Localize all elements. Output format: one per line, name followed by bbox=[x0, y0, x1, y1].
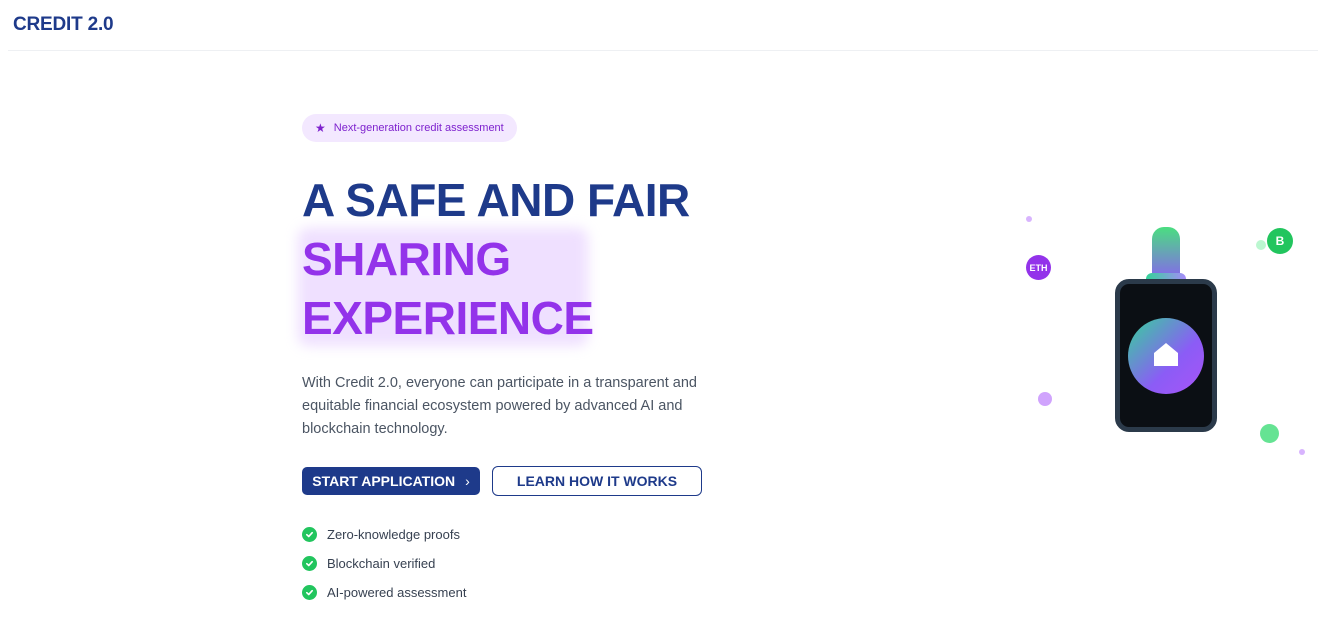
check-circle-icon bbox=[302, 585, 317, 600]
chevron-right-icon: › bbox=[465, 473, 470, 489]
feature-item: Blockchain verified bbox=[302, 549, 466, 578]
device-body bbox=[1115, 279, 1217, 432]
decor-dot bbox=[1299, 449, 1305, 455]
eth-coin-label: ETH bbox=[1029, 262, 1048, 273]
bitcoin-coin: B bbox=[1267, 228, 1293, 254]
eth-coin: ETH bbox=[1026, 255, 1051, 280]
hero-illustration: ETH B bbox=[1010, 205, 1310, 465]
home-icon bbox=[1152, 340, 1180, 373]
star-icon: ★ bbox=[315, 121, 326, 135]
headline-line-3: EXPERIENCE bbox=[302, 292, 594, 344]
learn-how-it-works-button[interactable]: LEARN HOW IT WORKS bbox=[492, 466, 702, 496]
feature-list: Zero-knowledge proofs Blockchain verifie… bbox=[302, 520, 466, 607]
headline-line-2: SHARING bbox=[302, 233, 511, 285]
check-circle-icon bbox=[302, 556, 317, 571]
feature-label: Zero-knowledge proofs bbox=[327, 527, 460, 542]
hero-badge: ★ Next-generation credit assessment bbox=[302, 114, 517, 142]
feature-item: Zero-knowledge proofs bbox=[302, 520, 466, 549]
bitcoin-coin-label: B bbox=[1275, 234, 1285, 248]
decor-dot bbox=[1256, 240, 1266, 250]
device-screen bbox=[1128, 318, 1204, 394]
start-application-button[interactable]: START APPLICATION › bbox=[302, 467, 480, 495]
badge-label: Next-generation credit assessment bbox=[333, 122, 504, 134]
feature-label: Blockchain verified bbox=[327, 556, 436, 571]
header-divider bbox=[8, 50, 1318, 51]
decor-dot bbox=[1038, 392, 1052, 406]
learn-how-label: LEARN HOW IT WORKS bbox=[516, 473, 678, 489]
check-circle-icon bbox=[302, 527, 317, 542]
start-application-label: START APPLICATION bbox=[312, 473, 456, 489]
hero-description: With Credit 2.0, everyone can participat… bbox=[302, 375, 697, 437]
decor-dot bbox=[1026, 216, 1032, 222]
headline-line-1: A SAFE AND FAIR bbox=[302, 174, 690, 226]
top-bar: CREDIT 2.0 bbox=[0, 0, 1318, 50]
logo[interactable]: CREDIT 2.0 bbox=[13, 14, 114, 36]
feature-label: AI-powered assessment bbox=[327, 585, 467, 600]
feature-item: AI-powered assessment bbox=[302, 578, 466, 607]
decor-dot bbox=[1260, 424, 1279, 443]
